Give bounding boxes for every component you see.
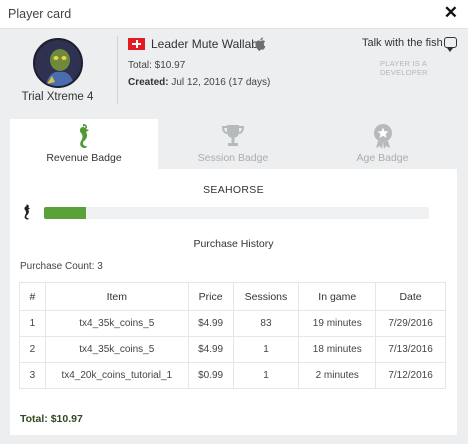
- player-total: Total: $10.97: [128, 60, 186, 71]
- tab-session-badge[interactable]: Session Badge: [158, 119, 308, 169]
- created-value: Jul 12, 2016 (17 days): [171, 77, 271, 88]
- developer-note: PLAYER IS A DEVELOPER: [380, 59, 428, 77]
- badge-name: SEAHORSE: [203, 184, 264, 196]
- row-date: 7/12/2016: [375, 362, 446, 389]
- seahorse-icon: [76, 123, 92, 154]
- row-price: $0.99: [187, 362, 234, 389]
- close-icon[interactable]: ✕: [444, 4, 458, 22]
- badge-progress-bar: [44, 207, 429, 219]
- player-created: Created: Jul 12, 2016 (17 days): [128, 77, 270, 88]
- row-number: 2: [19, 336, 46, 363]
- row-sessions: 1: [232, 336, 300, 363]
- row-date: 7/13/2016: [375, 336, 446, 363]
- row-sessions: 1: [232, 362, 300, 389]
- column-header-item: Item: [44, 282, 189, 311]
- purchase-total: Total: $10.97: [20, 413, 83, 425]
- player-name: Leader Mute Wallaby: [151, 37, 264, 51]
- purchase-count: Purchase Count: 3: [20, 261, 103, 272]
- trophy-icon: [221, 123, 245, 154]
- row-price: $4.99: [187, 336, 234, 363]
- tab-label: Age Badge: [356, 152, 409, 164]
- badge-progress-fill: [44, 207, 87, 219]
- column-header-price: Price: [187, 282, 234, 311]
- row-item: tx4_35k_coins_5: [44, 310, 189, 337]
- header-divider: [117, 36, 118, 104]
- column-header-number: #: [19, 282, 46, 311]
- table-row: 3 tx4_20k_coins_tutorial_1 $0.99 1 2 min…: [19, 362, 446, 389]
- revenue-badge-panel: SEAHORSE Purchase History Purchase Count…: [10, 169, 457, 435]
- table-row: 1 tx4_35k_coins_5 $4.99 83 19 minutes 7/…: [19, 310, 446, 337]
- switzerland-flag-icon: [128, 38, 145, 50]
- tab-label: Session Badge: [197, 152, 269, 164]
- player-avatar: [33, 38, 83, 88]
- talk-with-fish-link[interactable]: Talk with the fish: [362, 37, 443, 49]
- column-header-sessions: Sessions: [232, 282, 300, 311]
- row-item: tx4_20k_coins_tutorial_1: [44, 362, 189, 389]
- row-date: 7/29/2016: [375, 310, 446, 337]
- column-header-in-game: In game: [298, 282, 377, 311]
- window-title: Player card: [8, 7, 72, 21]
- purchase-history-table: # Item Price Sessions In game Date 1 tx4…: [19, 282, 446, 389]
- seahorse-icon: [22, 203, 32, 226]
- column-header-date: Date: [375, 282, 446, 311]
- badge-card: Revenue Badge Session Badge Age Badge SE…: [10, 119, 457, 435]
- table-row: 2 tx4_35k_coins_5 $4.99 1 18 minutes 7/1…: [19, 336, 446, 363]
- window-titlebar: Player card ✕: [0, 0, 468, 29]
- tab-age-badge[interactable]: Age Badge: [308, 119, 457, 169]
- tab-label: Revenue Badge: [46, 152, 122, 164]
- tab-revenue-badge[interactable]: Revenue Badge: [10, 119, 158, 169]
- row-price: $4.99: [187, 310, 234, 337]
- row-in-game: 18 minutes: [298, 336, 377, 363]
- player-game-label: Trial Xtreme 4: [21, 91, 94, 103]
- row-item: tx4_35k_coins_5: [44, 336, 189, 363]
- created-label: Created:: [128, 77, 169, 88]
- medal-icon: [372, 123, 394, 154]
- chat-icon[interactable]: [444, 37, 457, 52]
- purchase-history-title: Purchase History: [193, 238, 274, 250]
- table-header-row: # Item Price Sessions In game Date: [19, 282, 446, 311]
- row-number: 1: [19, 310, 46, 337]
- apple-icon: [255, 37, 266, 53]
- row-number: 3: [19, 362, 46, 389]
- row-in-game: 2 minutes: [298, 362, 377, 389]
- row-in-game: 19 minutes: [298, 310, 377, 337]
- row-sessions: 83: [232, 310, 300, 337]
